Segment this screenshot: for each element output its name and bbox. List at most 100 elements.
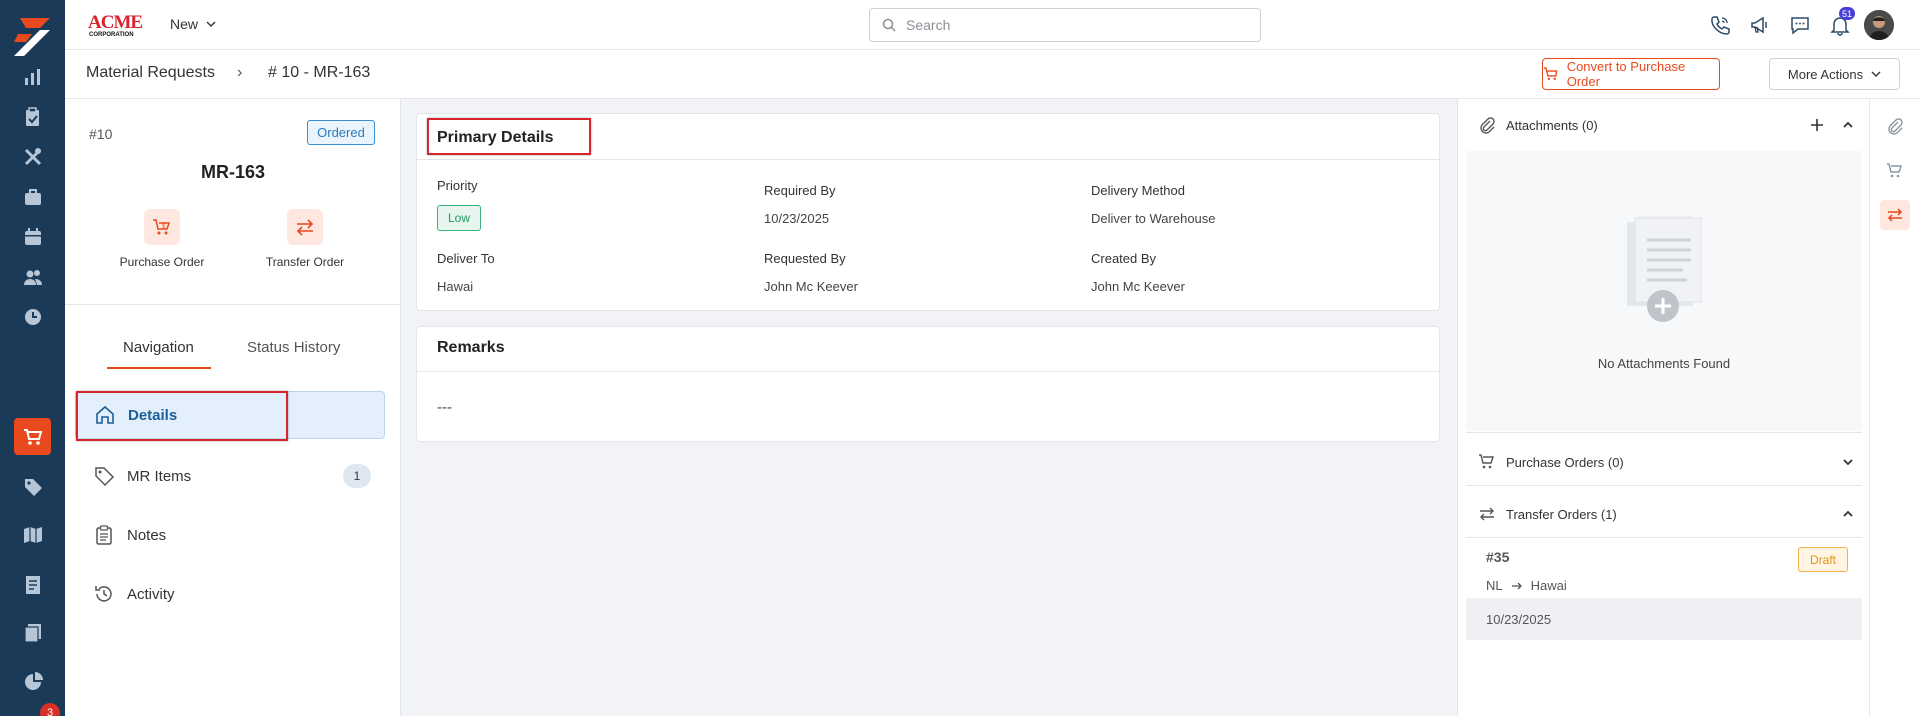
created-by-label: Created By [1091,251,1157,266]
tab-navigation[interactable]: Navigation [123,339,194,356]
empty-document-icon [1627,216,1702,322]
transfer-icon [287,209,323,245]
divider [1466,537,1862,538]
transfer-orders-section-header[interactable]: Transfer Orders (1) [1466,488,1862,540]
add-icon[interactable] [1810,118,1824,132]
cart-dollar-icon: $ [144,209,180,245]
notification-count-badge: 51 [1839,7,1856,20]
remarks-value: --- [437,399,452,416]
paperclip-icon[interactable] [1880,111,1910,141]
remarks-card: Remarks --- [416,326,1440,442]
chevron-down-icon [1871,71,1881,77]
receipt-icon[interactable] [0,565,65,605]
divider [1466,485,1862,486]
users-icon[interactable] [0,257,65,297]
avatar[interactable] [1864,10,1894,40]
tag-icon[interactable] [0,467,65,507]
primary-details-card: Primary Details Priority Low Required By… [416,113,1440,311]
delivery-method-value: Deliver to Warehouse [1091,211,1216,226]
nav-item-label: Details [128,406,178,424]
transfer-order-number: #35 [1486,549,1510,565]
divider [1466,432,1862,433]
divider [417,371,1439,372]
search-input[interactable] [906,17,1236,33]
breadcrumb: Material Requests › # 10 - MR-163 Conver… [65,50,1920,99]
briefcase-icon[interactable] [0,177,65,217]
transfer-icon[interactable] [1880,200,1910,230]
breadcrumb-separator: › [237,64,243,81]
attachments-empty-state: No Attachments Found [1466,151,1862,431]
cart-icon[interactable] [14,418,51,455]
megaphone-icon[interactable] [1747,12,1773,38]
clipboard-icon[interactable] [0,97,65,137]
status-badge: Draft [1798,547,1848,572]
purchase-order-label: Purchase Order [119,255,205,269]
tools-icon[interactable] [0,137,65,177]
deliver-to-label: Deliver To [437,251,495,266]
clipboard-icon [96,525,112,545]
requested-by-label: Requested By [764,251,846,266]
transfer-icon [1480,507,1494,521]
convert-to-purchase-order-button[interactable]: Convert to Purchase Order [1542,58,1720,90]
nav-item-activity[interactable]: Activity [75,570,385,618]
phone-icon[interactable] [1707,12,1733,38]
transfer-order-quick-action[interactable]: Transfer Order [245,209,365,269]
app-logo-icon[interactable] [14,18,50,56]
svg-text:ACME: ACME [88,12,142,33]
tab-status-history[interactable]: Status History [247,339,340,356]
record-id: MR-163 [200,162,266,182]
chevron-up-icon[interactable] [1842,508,1854,520]
svg-text:CORPORATION: CORPORATION [89,32,134,38]
documents-icon[interactable] [0,613,65,653]
priority-label: Priority [437,178,478,193]
attachments-section-header[interactable]: Attachments (0) [1466,99,1862,151]
transfer-route: NL Hawai [1486,578,1567,593]
card-title: Primary Details [437,129,554,146]
global-search[interactable] [869,8,1261,42]
rail-notification-badge: 3 [40,703,60,716]
chat-icon[interactable] [1787,12,1813,38]
record-summary-panel: #10 Ordered MR-163 $ Purchase Order Tran… [65,99,401,716]
nav-item-details[interactable]: Details [75,391,385,439]
delivery-method-label: Delivery Method [1091,183,1185,198]
reports-icon[interactable] [0,57,65,97]
cart-dollar-icon[interactable] [1880,156,1910,186]
map-icon[interactable] [0,515,65,555]
transfer-order-card[interactable]: #35 Draft NL Hawai 10/23/2025 [1466,539,1862,649]
more-actions-button[interactable]: More Actions [1769,58,1900,90]
paperclip-icon [1480,117,1495,134]
breadcrumb-parent-link[interactable]: Material Requests [86,64,215,82]
calendar-icon[interactable] [0,217,65,257]
top-bar: ACME CORPORATION New 51 [65,0,1920,50]
attachments-empty-message: No Attachments Found [1597,356,1731,371]
clock-icon[interactable] [0,297,65,337]
required-by-label: Required By [764,183,836,198]
record-number: #10 [89,126,113,142]
active-tab-indicator [107,367,211,369]
pie-chart-icon[interactable] [0,662,65,702]
count-badge: 1 [343,464,371,488]
related-records-panel: Attachments (0) No Attachments Found Pur… [1457,99,1869,716]
breadcrumb-current: # 10 - MR-163 [268,64,371,81]
new-dropdown[interactable]: New [170,16,216,32]
chevron-down-icon[interactable] [1842,456,1854,468]
convert-label: Convert to Purchase Order [1566,59,1686,89]
cart-dollar-icon [1479,454,1494,469]
transfer-order-label: Transfer Order [265,255,345,269]
deliver-to-value: Hawai [437,279,474,294]
chevron-up-icon[interactable] [1842,119,1854,131]
chevron-down-icon [206,21,216,27]
divider [417,159,1439,160]
purchase-order-quick-action[interactable]: $ Purchase Order [102,209,222,269]
home-icon [96,405,114,424]
transfer-orders-title: Transfer Orders (1) [1506,506,1617,522]
attachments-title: Attachments (0) [1506,117,1598,133]
nav-item-mr-items[interactable]: MR Items 1 [75,452,385,500]
priority-badge: Low [437,205,481,231]
nav-item-label: MR Items [127,467,192,485]
nav-item-label: Notes [127,526,167,544]
acme-logo[interactable]: ACME CORPORATION [87,10,151,38]
nav-item-notes[interactable]: Notes [75,511,385,559]
divider [65,304,400,305]
purchase-orders-section-header[interactable]: Purchase Orders (0) [1466,436,1862,488]
